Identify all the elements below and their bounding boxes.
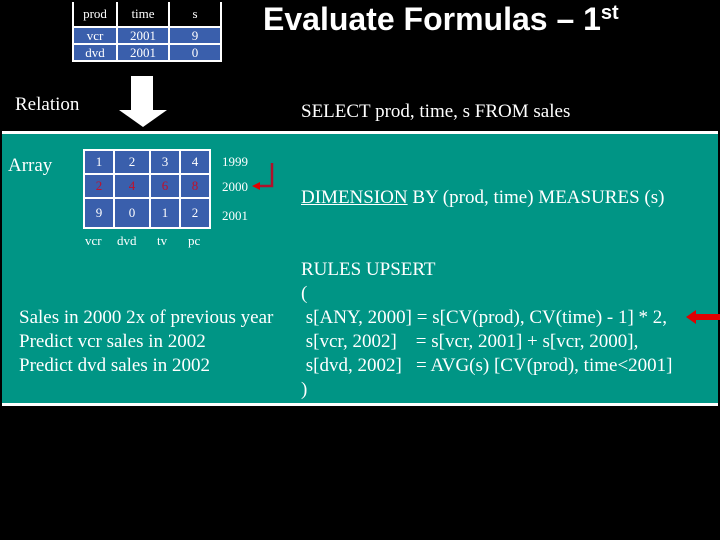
array-cell-computed: 8 (179, 173, 211, 199)
relation-header-time: time (116, 2, 169, 27)
array-cell: 1 (83, 149, 115, 175)
down-arrow-head-icon (119, 110, 167, 127)
relation-cell: 2001 (116, 43, 170, 62)
array-cell-computed: 2 (83, 173, 115, 199)
dimension-clause: DIMENSION BY (prod, time) MEASURES (s) (301, 187, 664, 209)
dimension-keyword: DIMENSION (301, 187, 408, 208)
table-row: vcr 2001 9 (72, 26, 222, 45)
table-row: 1 2 3 4 (83, 149, 211, 175)
array-cell: 0 (113, 197, 151, 229)
rule-description: Predict vcr sales in 2002 (19, 331, 206, 352)
relation-cell: vcr (72, 26, 118, 45)
product-label: vcr (85, 233, 102, 248)
array-cell-computed: 4 (113, 173, 151, 199)
array-cell: 9 (83, 197, 115, 229)
relation-cell: 0 (168, 43, 222, 62)
year-label: 1999 (222, 154, 248, 169)
slide-title-text: Evaluate Formulas – 1 (263, 1, 601, 37)
rules-line: ) (301, 379, 308, 400)
rules-block: RULES UPSERT ( s[ANY, 2000] = s[CV(prod),… (301, 258, 673, 402)
rule-description: Predict dvd sales in 2002 (19, 355, 211, 376)
array-cell: 1 (149, 197, 181, 229)
array-cell-computed: 6 (149, 173, 181, 199)
rules-line: ( (301, 283, 308, 304)
table-row: dvd 2001 0 (72, 43, 222, 62)
rules-line: RULES UPSERT (301, 259, 436, 280)
year-label: 2001 (222, 208, 248, 223)
array-cell: 3 (149, 149, 181, 175)
relation-header-prod: prod (72, 2, 117, 27)
product-label: dvd (117, 233, 137, 248)
array-table: 1 2 3 4 2 4 6 8 9 0 1 2 (83, 149, 211, 229)
slide-title-superscript: st (600, 2, 619, 24)
rules-line: s[vcr, 2002] = s[vcr, 2001] + s[vcr, 200… (301, 331, 639, 352)
rules-line: s[dvd, 2002] = AVG(s) [CV(prod), time<20… (301, 355, 673, 376)
slide-title: Evaluate Formulas – 1st (263, 0, 619, 38)
relation-cell: dvd (72, 43, 118, 62)
rule-description: Sales in 2000 2x of previous year (19, 307, 274, 328)
relation-cell: 9 (168, 26, 222, 45)
rule-descriptions: Sales in 2000 2x of previous year Predic… (19, 306, 273, 378)
table-row: 9 0 1 2 (83, 197, 211, 229)
down-arrow-icon (131, 76, 153, 111)
array-cell: 2 (113, 149, 151, 175)
year-label: 2000 (222, 179, 248, 194)
pointer-arrow-icon (686, 310, 720, 324)
elbow-arrow-icon (252, 163, 274, 190)
relation-table: prod time s vcr 2001 9 dvd 2001 0 (72, 2, 222, 62)
dimension-rest: BY (prod, time) MEASURES (s) (407, 187, 665, 208)
product-label: pc (188, 233, 201, 248)
array-label: Array (8, 155, 53, 176)
relation-header-s: s (168, 2, 222, 27)
select-statement: SELECT prod, time, s FROM sales (301, 101, 571, 122)
array-cell: 4 (179, 149, 211, 175)
rules-line: s[ANY, 2000] = s[CV(prod), CV(time) - 1]… (301, 307, 668, 328)
relation-cell: 2001 (116, 26, 170, 45)
array-cell: 2 (179, 197, 211, 229)
table-row: 2 4 6 8 (83, 173, 211, 199)
product-label: tv (157, 233, 168, 248)
relation-label: Relation (15, 94, 80, 115)
